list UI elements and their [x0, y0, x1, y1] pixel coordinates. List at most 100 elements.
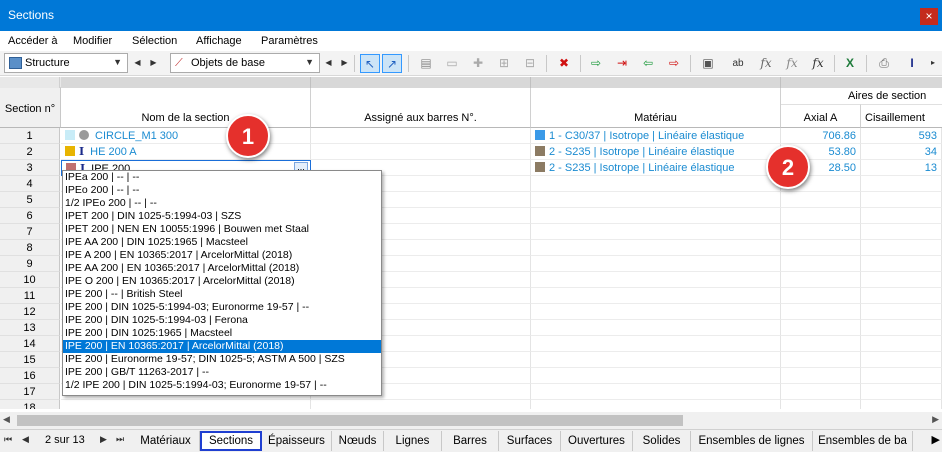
dropdown-option[interactable]: IPE AA 200 | EN 10365:2017 | ArcelorMitt… — [63, 262, 381, 275]
cell-axial-a[interactable] — [781, 304, 861, 320]
row-header[interactable]: 1 — [0, 128, 60, 144]
row-header[interactable]: 18 — [0, 400, 60, 409]
prev-page-icon[interactable]: ◀ — [22, 434, 29, 445]
cell-material[interactable] — [531, 384, 781, 400]
tab-surfaces[interactable]: Surfaces — [499, 431, 561, 451]
row-header[interactable]: 12 — [0, 304, 60, 320]
cell-shear[interactable] — [861, 288, 942, 304]
unassign-red-icon[interactable]: ⇥ — [612, 54, 632, 73]
cell-shear[interactable] — [861, 384, 942, 400]
dropdown-option[interactable]: IPE 200 | DIN 1025:1965 | Macsteel — [63, 327, 381, 340]
tab-lignes[interactable]: Lignes — [384, 431, 442, 451]
tab-barres[interactable]: Barres — [442, 431, 499, 451]
structure-combo[interactable]: Structure ▼ — [4, 53, 128, 73]
prev-arrow-icon[interactable]: ◀ — [132, 54, 143, 72]
col-header-name[interactable]: Nom de la section — [61, 88, 311, 128]
excel-icon[interactable]: X — [840, 54, 860, 73]
tab-solides[interactable]: Solides — [633, 431, 691, 451]
cell-material[interactable] — [531, 192, 781, 208]
tab-mat-riaux[interactable]: Matériaux — [132, 431, 200, 451]
dropdown-option[interactable]: IPE 200 | EN 10365:2017 | ArcelorMittal … — [63, 340, 381, 353]
cell-material[interactable] — [531, 304, 781, 320]
dropdown-option[interactable]: IPEo 200 | -- | -- — [63, 184, 381, 197]
cell-axial-a[interactable] — [781, 224, 861, 240]
dropdown-option[interactable]: 1/2 IPE 200 | DIN 1025-5:1994-03; Eurono… — [63, 379, 381, 392]
dropdown-option[interactable]: 1/2 IPEo 200 | -- | -- — [63, 197, 381, 210]
dropdown-option[interactable]: IPE 200 | -- | British Steel — [63, 288, 381, 301]
row-header[interactable]: 16 — [0, 368, 60, 384]
cell-assigned-members[interactable] — [311, 400, 531, 409]
objects-combo[interactable]: ⟋ Objets de base ▼ — [170, 53, 320, 73]
print-icon[interactable]: ⎙ — [874, 54, 894, 73]
section-name-dropdown[interactable]: IPEa 200 | -- | -- IPEo 200 | -- | -- 1/2 … — [62, 170, 382, 396]
close-icon[interactable]: × — [920, 8, 938, 25]
cell-axial-a[interactable] — [781, 400, 861, 409]
cell-axial-a[interactable] — [781, 256, 861, 272]
row-header[interactable]: 5 — [0, 192, 60, 208]
row-header[interactable]: 3 — [0, 160, 60, 176]
row-header[interactable]: 9 — [0, 256, 60, 272]
cell-axial-a[interactable] — [781, 368, 861, 384]
arrow-right-red-icon[interactable]: ⇨ — [664, 54, 684, 73]
cell-material[interactable] — [531, 208, 781, 224]
cell-shear[interactable] — [861, 272, 942, 288]
cell-material[interactable] — [531, 176, 781, 192]
text-format-icon[interactable]: ab — [728, 54, 748, 73]
tab--paisseurs[interactable]: Épaisseurs — [262, 431, 332, 451]
tab-sections[interactable]: Sections — [200, 431, 262, 451]
dropdown-option[interactable]: IPE 200 | Euronorme 19-57; DIN 1025-5; A… — [63, 353, 381, 366]
cell-assigned-members[interactable] — [311, 128, 531, 144]
prev-arrow-icon[interactable]: ◀ — [323, 54, 334, 72]
cell-material[interactable] — [531, 288, 781, 304]
cell-material[interactable] — [531, 336, 781, 352]
cell-material[interactable] — [531, 368, 781, 384]
scrollbar-thumb[interactable] — [17, 415, 683, 426]
row-header[interactable]: 10 — [0, 272, 60, 288]
cell-shear[interactable] — [861, 192, 942, 208]
row-header[interactable]: 8 — [0, 240, 60, 256]
dropdown-option[interactable]: IPET 200 | DIN 1025-5:1994-03 | SZS — [63, 210, 381, 223]
formula-clear-icon[interactable]: fx — [782, 54, 802, 73]
col-header-material[interactable]: Matériau — [531, 88, 781, 128]
window-icon[interactable]: ▣ — [698, 54, 718, 73]
dropdown-option[interactable]: IPET 200 | NEN EN 10055:1996 | Bouwen me… — [63, 223, 381, 236]
last-page-icon[interactable]: ⏭ — [116, 434, 124, 445]
cell-shear[interactable] — [861, 176, 942, 192]
cell-shear[interactable] — [861, 240, 942, 256]
dropdown-option[interactable]: IPE O 200 | EN 10365:2017 | ArcelorMitta… — [63, 275, 381, 288]
insert-row-icon[interactable]: ▭ — [442, 54, 462, 73]
more-arrow-icon[interactable]: ▸ — [928, 54, 938, 72]
cell-material[interactable] — [531, 240, 781, 256]
grid-remove-icon[interactable]: ⊟ — [520, 54, 540, 73]
cell-shear[interactable] — [861, 224, 942, 240]
cell-material[interactable] — [531, 400, 781, 409]
dropdown-option[interactable]: IPE AA 200 | DIN 1025:1965 | Macsteel — [63, 236, 381, 249]
next-arrow-icon[interactable]: ▶ — [148, 54, 159, 72]
menu-modifier[interactable]: Modifier — [73, 35, 112, 47]
cell-material[interactable]: 2 - S235 | Isotrope | Linéaire élastique — [531, 144, 781, 160]
table-icon[interactable]: ▤ — [416, 54, 436, 73]
col-header-shear[interactable]: Cisaillement — [861, 104, 942, 128]
col-header-no[interactable]: Section n° — [0, 88, 61, 128]
formula-edit-icon[interactable]: fx — [808, 54, 828, 73]
col-header-assigned[interactable]: Assigné aux barres N°. — [311, 88, 531, 128]
cell-axial-a[interactable] — [781, 208, 861, 224]
cell-axial-a[interactable] — [781, 352, 861, 368]
tab-ensembles-de-ba[interactable]: Ensembles de ba — [813, 431, 913, 451]
scroll-right-icon[interactable]: ▶ — [932, 414, 939, 425]
cell-axial-a[interactable] — [781, 272, 861, 288]
cell-section-name[interactable]: I HE 200 A — [61, 144, 311, 160]
row-header[interactable]: 2 — [0, 144, 60, 160]
cell-shear[interactable] — [861, 256, 942, 272]
cell-shear[interactable] — [861, 320, 942, 336]
tabs-scroll-right-icon[interactable]: ▶ — [932, 433, 940, 446]
cell-shear[interactable]: 34 — [861, 144, 942, 160]
cell-axial-a[interactable] — [781, 288, 861, 304]
cell-axial-a[interactable] — [781, 240, 861, 256]
dropdown-option[interactable]: IPE 200 | GB/T 11263-2017 | -- — [63, 366, 381, 379]
cell-material[interactable]: 2 - S235 | Isotrope | Linéaire élastique — [531, 160, 781, 176]
menu-parametres[interactable]: Paramètres — [261, 35, 318, 47]
row-header[interactable]: 17 — [0, 384, 60, 400]
add-row-icon[interactable]: ✚ — [468, 54, 488, 73]
select-link-icon[interactable]: ↗ — [382, 54, 402, 73]
